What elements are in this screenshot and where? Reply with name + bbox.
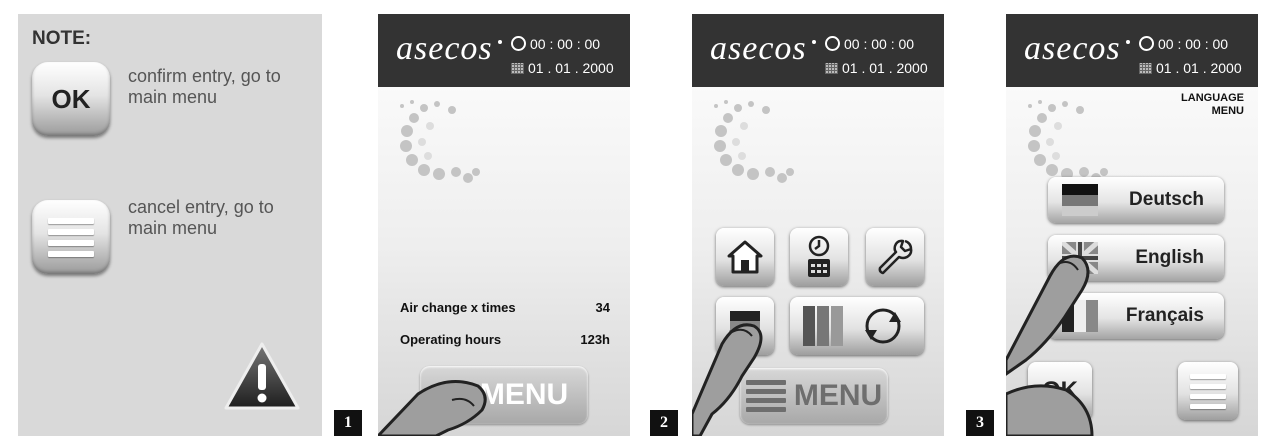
clock-calendar-icon [808, 235, 830, 277]
language-button-deutsch[interactable]: Deutsch [1048, 177, 1224, 223]
swirl-logo-icon [400, 100, 480, 183]
stat-row-air-change: Air change x times 34 [400, 300, 610, 315]
language-menu-heading: LANGUAGE MENU [1181, 92, 1244, 117]
language-label: Deutsch [1129, 189, 1204, 210]
ok-label: OK [51, 83, 91, 114]
device-header: asecos 00 : 00 : 00 01 . 01 . 2000 [1006, 14, 1258, 87]
home-button[interactable] [716, 228, 774, 286]
menu-description: cancel entry, go to main menu [128, 197, 274, 238]
calendar-icon [1139, 63, 1152, 74]
menu-button[interactable]: MENU [420, 366, 588, 424]
step-number-3: 3 [966, 410, 994, 436]
note-panel: NOTE: OK confirm entry, go to main menu … [18, 14, 322, 436]
clock-readout: 00 : 00 : 00 [1139, 36, 1228, 52]
device-screen-language: asecos 00 : 00 : 00 01 . 01 . 2000 LANGU… [1006, 14, 1258, 436]
date-readout: 01 . 01 . 2000 [825, 60, 928, 76]
language-label: English [1135, 247, 1204, 268]
clock-icon [511, 36, 526, 51]
warning-triangle-icon [224, 342, 300, 410]
device-screen-menu: asecos 00 : 00 : 00 01 . 01 . 2000 MENU [692, 14, 944, 436]
language-button-francais[interactable]: Français [1048, 293, 1224, 339]
clock-icon [1139, 36, 1154, 51]
calendar-icon [825, 63, 838, 74]
device-header: asecos 00 : 00 : 00 01 . 01 . 2000 [378, 14, 630, 87]
stat-row-operating-hours: Operating hours 123h [400, 332, 610, 347]
clock-readout: 00 : 00 : 00 [825, 36, 914, 52]
stat-label: Air change x times [400, 300, 516, 315]
date-readout: 01 . 01 . 2000 [1139, 60, 1242, 76]
menu-button[interactable]: MENU [740, 368, 888, 424]
flag-germany-icon [1062, 184, 1098, 216]
note-title: NOTE: [32, 28, 92, 49]
settings-button[interactable] [866, 228, 924, 286]
ok-button[interactable]: OK [1028, 362, 1092, 420]
language-button-english[interactable]: English [1048, 235, 1224, 281]
asecos-logo: asecos [1024, 30, 1121, 67]
language-flag-icon [729, 311, 761, 342]
stat-label: Operating hours [400, 332, 502, 347]
step-number-1: 1 [334, 410, 362, 436]
asecos-logo: asecos [396, 30, 493, 67]
menu-lines-icon [1190, 373, 1226, 409]
menu-button-illustration [32, 200, 110, 274]
filter-rotate-icon [803, 306, 901, 346]
language-label: Français [1125, 305, 1204, 326]
swirl-logo-icon [714, 100, 794, 183]
ok-description: confirm entry, go to main menu [128, 66, 281, 107]
ok-button-illustration: OK [32, 62, 110, 136]
asecos-logo: asecos [710, 30, 807, 67]
language-button[interactable] [716, 297, 774, 355]
device-header: asecos 00 : 00 : 00 01 . 01 . 2000 [692, 14, 944, 87]
menu-lines-icon [48, 217, 94, 257]
flag-france-icon [1062, 300, 1098, 332]
stat-value: 34 [595, 300, 610, 315]
device-screen-home: asecos 00 : 00 : 00 01 . 01 . 2000 Air c… [378, 14, 630, 436]
cancel-menu-button[interactable] [1178, 362, 1238, 420]
swirl-logo-icon [1028, 100, 1108, 183]
stat-value: 123h [580, 332, 610, 347]
flag-uk-icon [1062, 242, 1098, 274]
wrench-icon [878, 239, 913, 275]
clock-icon [825, 36, 840, 51]
calendar-icon [511, 63, 524, 74]
home-icon [727, 240, 763, 274]
date-readout: 01 . 01 . 2000 [511, 60, 614, 76]
step-number-2: 2 [650, 410, 678, 436]
menu-lines-icon [745, 380, 786, 412]
clock-readout: 00 : 00 : 00 [511, 36, 600, 52]
time-date-button[interactable] [790, 228, 848, 286]
filter-button[interactable] [790, 297, 924, 355]
